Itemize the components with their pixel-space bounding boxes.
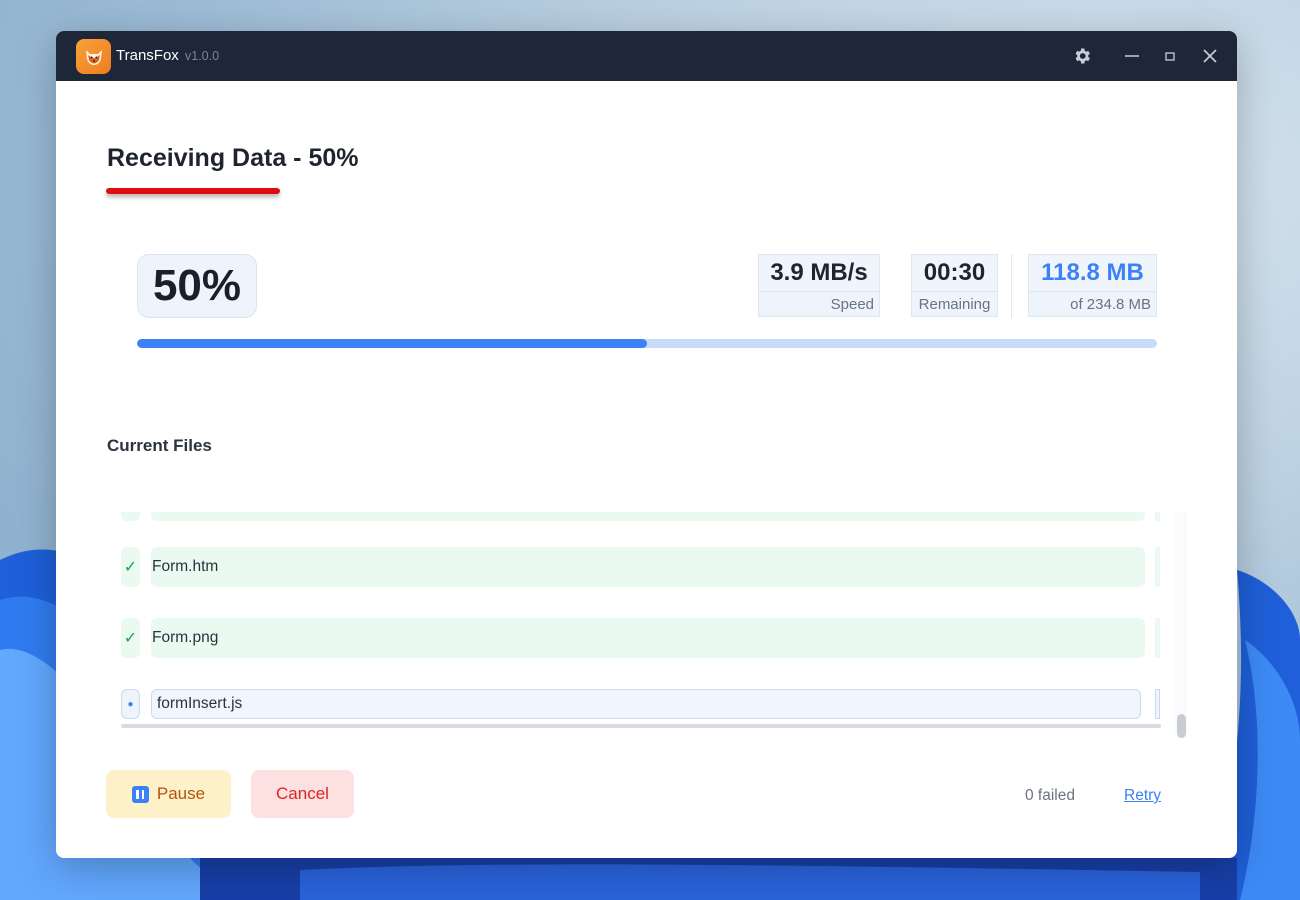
- transferred-value: 118.8 MB: [1028, 254, 1157, 292]
- maximize-icon[interactable]: [1158, 44, 1182, 68]
- app-version: v1.0.0: [185, 49, 220, 63]
- fox-logo-icon: [76, 39, 111, 74]
- minimize-icon[interactable]: [1120, 44, 1144, 68]
- file-name: [151, 512, 1145, 521]
- horizontal-scrollbar[interactable]: [121, 724, 1161, 728]
- retry-link[interactable]: Retry: [1124, 787, 1161, 805]
- file-name: Form.htm: [151, 547, 1145, 587]
- file-list[interactable]: ✓ Form.htm ✓ Form.png ● formInsert.js: [118, 512, 1162, 731]
- speed-stat: 3.9 MB/s Speed: [758, 254, 880, 317]
- progress-bar: [137, 339, 1157, 348]
- pause-icon: [131, 785, 149, 803]
- row-edge: [1155, 689, 1160, 719]
- vertical-scrollbar-thumb[interactable]: [1177, 714, 1186, 738]
- progress-bar-fill: [137, 339, 647, 348]
- progress-percent: 50%: [137, 254, 257, 318]
- remaining-stat: 00:30 Remaining: [911, 254, 998, 317]
- title-bar[interactable]: TransFox v1.0.0: [56, 31, 1237, 81]
- pause-label: Pause: [156, 784, 206, 803]
- file-name: Form.png: [151, 618, 1145, 658]
- stat-divider: [1011, 254, 1012, 318]
- gear-icon[interactable]: [1070, 44, 1094, 68]
- vertical-scrollbar-track[interactable]: [1175, 512, 1187, 738]
- check-icon: [121, 512, 140, 521]
- check-icon: ✓: [121, 618, 140, 658]
- check-icon: ✓: [121, 547, 140, 587]
- in-progress-dot-icon: ●: [121, 689, 140, 719]
- list-item: ● formInsert.js: [118, 684, 1160, 724]
- cancel-button[interactable]: Cancel: [251, 770, 354, 818]
- current-files-title: Current Files: [107, 436, 212, 455]
- total-size-label: of 234.8 MB: [1028, 292, 1157, 317]
- file-name: formInsert.js: [151, 689, 1141, 719]
- remaining-label: Remaining: [911, 292, 998, 317]
- list-item: [118, 512, 1160, 521]
- pause-button[interactable]: Pause: [106, 770, 231, 818]
- app-window: TransFox v1.0.0 Receiving Data - 50% 50%…: [56, 31, 1237, 858]
- title-underline: [106, 188, 280, 194]
- cancel-label: Cancel: [276, 784, 329, 803]
- speed-label: Speed: [758, 292, 880, 317]
- failed-count: 0 failed: [1025, 787, 1075, 804]
- row-edge: [1155, 547, 1160, 587]
- list-item: ✓ Form.png: [118, 618, 1160, 658]
- transferred-stat: 118.8 MB of 234.8 MB: [1028, 254, 1157, 317]
- row-edge: [1155, 512, 1160, 521]
- close-icon[interactable]: [1198, 44, 1222, 68]
- app-name: TransFox: [116, 47, 179, 64]
- list-item: ✓ Form.htm: [118, 547, 1160, 587]
- speed-value: 3.9 MB/s: [758, 254, 880, 292]
- row-edge: [1155, 618, 1160, 658]
- remaining-value: 00:30: [911, 254, 998, 292]
- page-title: Receiving Data - 50%: [107, 144, 359, 172]
